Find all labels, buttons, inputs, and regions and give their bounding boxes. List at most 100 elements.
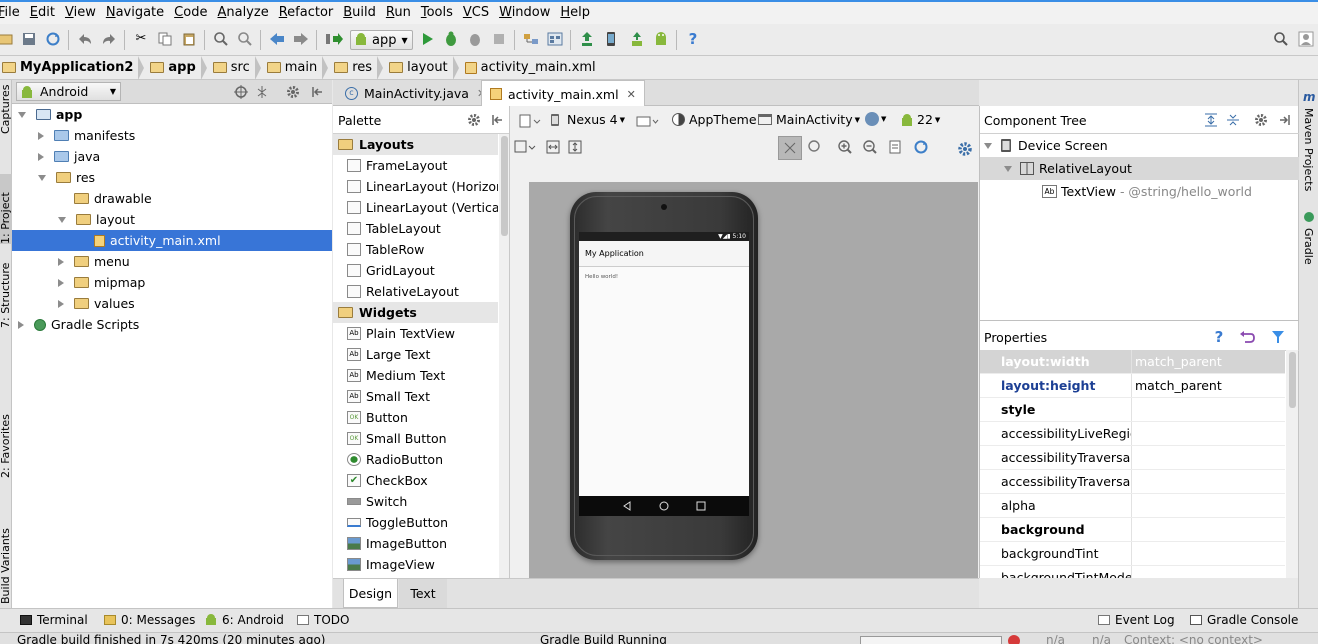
tree-device-screen[interactable]: Device Screen — [984, 135, 1108, 156]
tree-item[interactable]: app — [16, 104, 82, 125]
palette-item[interactable]: Ab Large Text — [333, 344, 498, 365]
collapse-all-icon[interactable] — [253, 83, 271, 101]
palette-item[interactable]: OK Button — [333, 407, 498, 428]
palette-item[interactable]: ToggleButton — [333, 512, 498, 533]
search-everywhere-icon[interactable] — [1272, 30, 1290, 48]
fit-height-icon[interactable] — [566, 138, 584, 156]
forward-icon[interactable] — [292, 30, 310, 48]
project-view-select[interactable]: Android ▼ — [16, 82, 121, 101]
tree-item[interactable]: res — [36, 167, 95, 188]
chevron-down-icon[interactable] — [58, 216, 66, 223]
menu-refactor[interactable]: Refactor — [274, 2, 339, 24]
avd-manager-icon[interactable] — [602, 30, 620, 48]
user-avatar-icon[interactable] — [1297, 30, 1315, 48]
chevron-right-icon[interactable] — [18, 320, 24, 329]
filter-icon[interactable] — [1269, 328, 1287, 346]
replace-icon[interactable] — [236, 30, 254, 48]
property-row[interactable]: accessibilityTraversalAfter — [980, 446, 1285, 470]
open-icon[interactable] — [0, 30, 15, 48]
tab-design[interactable]: Design — [343, 579, 398, 608]
chevron-right-icon[interactable] — [58, 278, 64, 287]
zoom-fit-select[interactable] — [514, 138, 536, 156]
palette-item[interactable]: FrameLayout — [333, 155, 498, 176]
cancel-task-icon[interactable] — [1008, 635, 1020, 644]
chevron-right-icon[interactable] — [58, 299, 64, 308]
zoom-in-icon[interactable] — [836, 138, 854, 156]
locale-select[interactable]: ▼ — [865, 112, 886, 126]
property-row[interactable]: accessibilityTraversalBefore — [980, 470, 1285, 494]
gear-icon[interactable] — [956, 140, 974, 158]
todo-button[interactable]: TODO — [297, 613, 349, 627]
menu-help[interactable]: Help — [555, 2, 595, 24]
property-row[interactable]: layout:height match_parent — [980, 374, 1285, 398]
hide-panel-icon[interactable] — [488, 111, 506, 129]
property-value[interactable]: match_parent — [1135, 378, 1285, 393]
property-row[interactable]: accessibilityLiveRegion — [980, 422, 1285, 446]
run-icon[interactable] — [418, 30, 436, 48]
api-level-select[interactable]: 22 ▼ — [900, 112, 940, 127]
properties-scrollbar[interactable] — [1286, 350, 1298, 578]
property-row[interactable]: style — [980, 398, 1285, 422]
scrollbar-thumb[interactable] — [1289, 352, 1296, 408]
debug-icon[interactable] — [442, 30, 460, 48]
property-row[interactable]: alpha — [980, 494, 1285, 518]
project-tab[interactable]: 1: Project — [0, 174, 12, 244]
captures-tab[interactable]: Captures — [0, 84, 12, 134]
expand-all-icon[interactable] — [1202, 111, 1220, 129]
messages-button[interactable]: 0: Messages — [104, 613, 195, 627]
help-icon[interactable]: ? — [684, 30, 702, 48]
tree-item[interactable]: java — [36, 146, 100, 167]
hide-panel-icon[interactable] — [308, 83, 326, 101]
palette-item[interactable]: LinearLayout (Vertical) — [333, 197, 498, 218]
zoom-actual-icon[interactable] — [806, 138, 824, 156]
property-row[interactable]: backgroundTintMode — [980, 566, 1285, 578]
chevron-right-icon[interactable] — [38, 152, 44, 161]
menu-view[interactable]: View — [60, 2, 101, 24]
fit-width-icon[interactable] — [544, 138, 562, 156]
menu-file[interactable]: File — [0, 2, 25, 24]
device-select[interactable]: Nexus 4 ▼ — [548, 112, 625, 127]
chevron-right-icon[interactable] — [38, 131, 44, 140]
theme-select[interactable]: AppTheme — [672, 112, 757, 127]
tree-item[interactable]: Gradle Scripts — [16, 314, 139, 335]
android-monitor-button[interactable]: 6: Android — [205, 613, 284, 627]
palette-group-layouts[interactable]: Layouts — [333, 134, 498, 155]
palette-item[interactable]: RelativeLayout — [333, 281, 498, 302]
palette-item[interactable]: OK Small Button — [333, 428, 498, 449]
tab-activity-main-xml[interactable]: activity_main.xml ✕ — [481, 80, 645, 107]
refresh-icon[interactable] — [912, 138, 930, 156]
collapse-all-icon[interactable] — [1224, 111, 1242, 129]
palette-item[interactable]: ImageButton — [333, 533, 498, 554]
restore-default-icon[interactable] — [1238, 328, 1256, 346]
tree-item[interactable]: mipmap — [56, 272, 145, 293]
property-row[interactable]: backgroundTint — [980, 542, 1285, 566]
menu-analyze[interactable]: Analyze — [212, 2, 273, 24]
property-row[interactable]: layout:width match_parent — [980, 350, 1285, 374]
palette-item[interactable]: TableLayout — [333, 218, 498, 239]
menu-edit[interactable]: Edit — [25, 2, 60, 24]
tree-item[interactable]: values — [56, 293, 135, 314]
breadcrumb-item[interactable]: MyApplication2 — [0, 56, 138, 80]
palette-item[interactable]: ImageView — [333, 554, 498, 575]
palette-item[interactable]: Switch — [333, 491, 498, 512]
redo-icon[interactable] — [100, 30, 118, 48]
breadcrumb-item[interactable]: src — [209, 56, 255, 80]
breadcrumb-item[interactable]: activity_main.xml — [461, 56, 601, 80]
breadcrumb-item[interactable]: app — [146, 56, 200, 80]
palette-item[interactable]: RadioButton — [333, 449, 498, 470]
chevron-down-icon[interactable] — [18, 111, 26, 118]
chevron-right-icon[interactable] — [58, 257, 64, 266]
palette-item[interactable]: LinearLayout (Horizontal) — [333, 176, 498, 197]
palette-group-widgets[interactable]: Widgets — [333, 302, 498, 323]
gradle-console-button[interactable]: Gradle Console — [1190, 613, 1298, 627]
help-icon[interactable]: ? — [1210, 328, 1228, 346]
sync-icon[interactable] — [44, 30, 62, 48]
event-log-button[interactable]: Event Log — [1098, 613, 1175, 627]
menu-run[interactable]: Run — [381, 2, 416, 24]
tree-item[interactable]: layout — [56, 209, 135, 230]
menu-tools[interactable]: Tools — [416, 2, 458, 24]
copy-icon[interactable] — [156, 30, 174, 48]
background-task[interactable]: Gradle Build Running — [540, 633, 667, 644]
structure-tab[interactable]: 7: Structure — [0, 258, 12, 328]
paste-icon[interactable] — [180, 30, 198, 48]
